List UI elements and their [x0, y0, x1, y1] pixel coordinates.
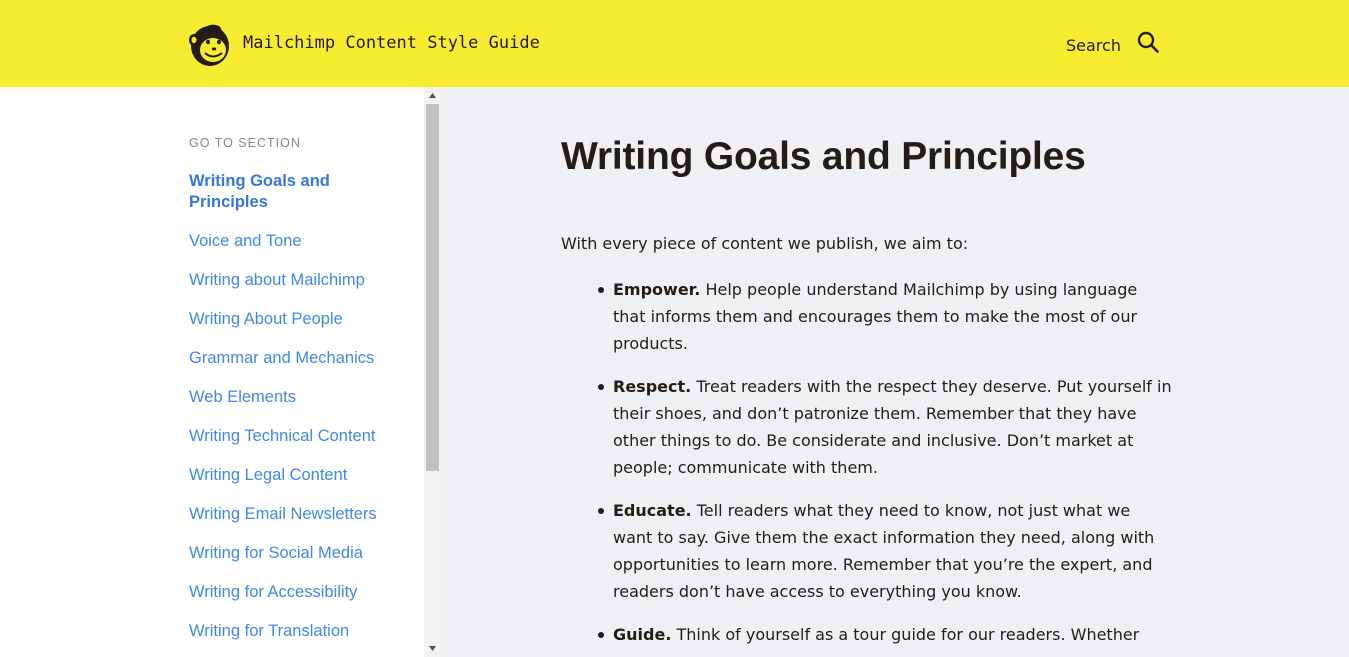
principle-text: Tell readers what they need to know, not…	[613, 501, 1155, 601]
principle-text: Think of yourself as a tour guide for ou…	[676, 625, 1140, 644]
principle-term: Respect.	[613, 377, 692, 396]
sidebar-scrollbar[interactable]	[424, 87, 441, 657]
search-button[interactable]: Search	[1066, 31, 1159, 57]
intro-text: With every piece of content we publish, …	[561, 234, 969, 253]
sidebar-item-writing-about-mailchimp[interactable]: Writing about Mailchimp	[189, 270, 389, 291]
site-title[interactable]: Mailchimp Content Style Guide	[243, 33, 540, 53]
list-item: Guide. Think of yourself as a tour guide…	[598, 621, 1173, 648]
scroll-down-arrow-icon[interactable]	[424, 640, 441, 657]
search-label[interactable]: Search	[1066, 36, 1121, 55]
main-content: Writing Goals and Principles With every …	[441, 87, 1349, 657]
sidebar-item-accessibility[interactable]: Writing for Accessibility	[189, 582, 389, 603]
principle-term: Guide.	[613, 625, 672, 644]
sidebar-item-translation[interactable]: Writing for Translation	[189, 621, 389, 642]
sidebar-item-web-elements[interactable]: Web Elements	[189, 387, 389, 408]
sidebar-item-writing-about-people[interactable]: Writing About People	[189, 309, 389, 330]
section-heading: GO TO SECTION	[189, 136, 301, 150]
sidebar-item-social-media[interactable]: Writing for Social Media	[189, 543, 389, 564]
sidebar-item-technical-content[interactable]: Writing Technical Content	[189, 426, 389, 447]
list-item: Empower. Help people understand Mailchim…	[598, 276, 1173, 357]
search-icon[interactable]	[1136, 30, 1160, 54]
freddie-monkey-logo-icon[interactable]	[188, 20, 232, 67]
principle-text: Treat readers with the respect they dese…	[613, 377, 1172, 477]
sidebar-item-voice-and-tone[interactable]: Voice and Tone	[189, 231, 389, 252]
scrollbar-thumb[interactable]	[426, 104, 439, 471]
sidebar-item-email-newsletters[interactable]: Writing Email Newsletters	[189, 504, 389, 525]
principle-term: Educate.	[613, 501, 692, 520]
sidebar-item-grammar-and-mechanics[interactable]: Grammar and Mechanics	[189, 348, 389, 369]
sidebar: GO TO SECTION Writing Goals and Principl…	[0, 87, 424, 657]
list-item: Respect. Treat readers with the respect …	[598, 373, 1173, 481]
site-header: Mailchimp Content Style Guide Search	[0, 0, 1349, 87]
page-title: Writing Goals and Principles	[561, 135, 1086, 178]
sidebar-item-writing-goals[interactable]: Writing Goals and Principles	[189, 171, 389, 213]
list-item: Educate. Tell readers what they need to …	[598, 497, 1173, 605]
principles-list: Empower. Help people understand Mailchim…	[598, 276, 1173, 657]
section-nav: Writing Goals and Principles Voice and T…	[189, 171, 389, 657]
sidebar-item-legal-content[interactable]: Writing Legal Content	[189, 465, 389, 486]
principle-term: Empower.	[613, 280, 701, 299]
scroll-up-arrow-icon[interactable]	[424, 87, 441, 104]
